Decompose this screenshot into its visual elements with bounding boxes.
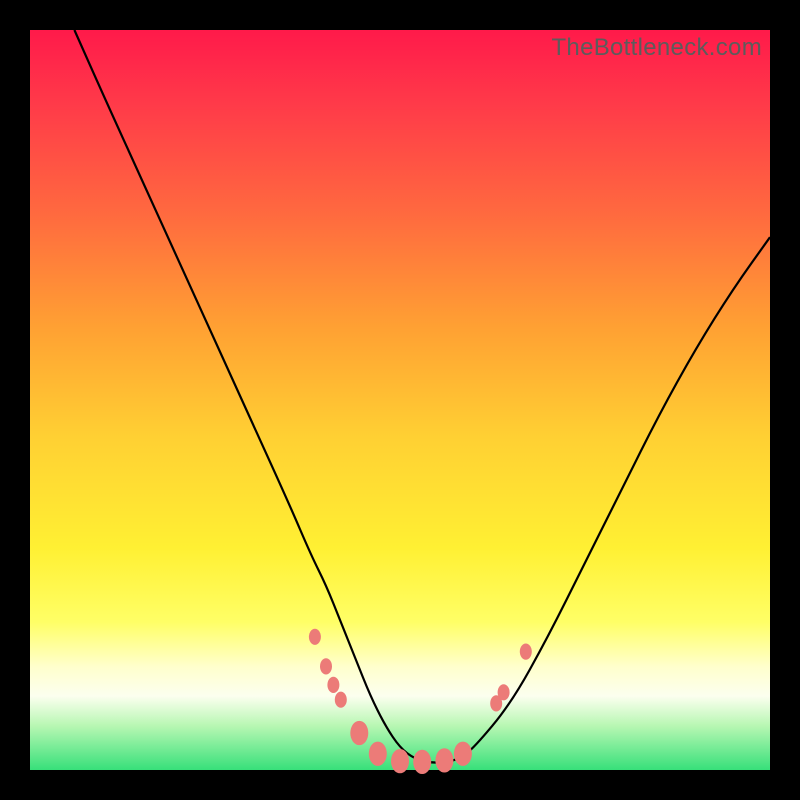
curve-marker: [350, 721, 368, 745]
curve-marker: [454, 742, 472, 766]
curve-marker: [413, 750, 431, 774]
curve-marker: [391, 749, 409, 773]
chart-svg: [30, 30, 770, 770]
curve-marker: [435, 748, 453, 772]
curve-marker: [520, 644, 532, 660]
plot-area: TheBottleneck.com: [30, 30, 770, 770]
curve-marker: [335, 692, 347, 708]
curve-marker: [498, 684, 510, 700]
curve-marker: [309, 629, 321, 645]
curve-markers: [309, 629, 532, 774]
bottleneck-curve: [74, 30, 770, 763]
curve-marker: [320, 658, 332, 674]
chart-frame: TheBottleneck.com: [0, 0, 800, 800]
curve-marker: [369, 742, 387, 766]
curve-marker: [327, 677, 339, 693]
